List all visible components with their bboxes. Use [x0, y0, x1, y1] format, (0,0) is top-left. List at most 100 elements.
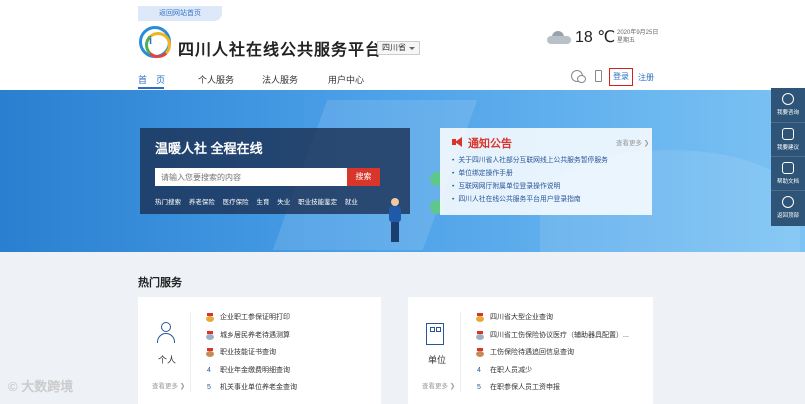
hot-search-link[interactable]: 生育: [256, 199, 269, 206]
notice-item[interactable]: 关于四川省人社部分互联网线上公共服务暂停服务: [452, 154, 608, 167]
gold-medal-icon: [476, 313, 484, 322]
hot-search-link[interactable]: 失业: [277, 199, 290, 206]
province-select[interactable]: 四川省: [377, 41, 420, 55]
service-item-label: 城乡居民养老待遇测算: [220, 331, 290, 339]
document-icon: [782, 162, 794, 174]
service-item[interactable]: 4 职业年金缴费明细查询: [206, 362, 297, 380]
person-icon: [156, 322, 176, 346]
personal-services-card: 个人 查看更多 ❯ 企业职工参保证明打印 城乡居民养老待遇测算 职业技能证书查询…: [138, 297, 381, 404]
unit-more-link[interactable]: 查看更多 ❯: [422, 380, 455, 390]
rank-number: 5: [207, 384, 211, 391]
service-item-label: 企业职工参保证明打印: [220, 314, 290, 321]
personal-more-link[interactable]: 查看更多 ❯: [152, 380, 185, 390]
notice-item[interactable]: 互联网网厅附属单位登录操作说明: [452, 180, 608, 193]
service-item[interactable]: 职业技能证书查询: [206, 344, 297, 362]
hero-banner: 温暖人社 全程在线 搜索 热门搜索 养老保险 医疗保险 生育 失业 职业技能鉴定…: [0, 90, 805, 252]
service-list: 企业职工参保证明打印 城乡居民养老待遇测算 职业技能证书查询 4 职业年金缴费明细…: [206, 309, 297, 397]
unit-services-card: 单位 查看更多 ❯ 四川省大型企业查询 四川省工伤保险协议医疗（辅助器具配置）.…: [408, 297, 653, 404]
back-to-home-link[interactable]: 返回网站首页: [138, 6, 222, 21]
service-item[interactable]: 5 在职参保人员工资申报: [476, 379, 629, 397]
logo-mark: i: [149, 35, 153, 47]
service-item[interactable]: 四川省工伤保险协议医疗（辅助器具配置）...: [476, 327, 629, 345]
nav-user-center[interactable]: 用户中心: [328, 73, 364, 86]
notice-more-link[interactable]: 查看更多 ❯: [616, 137, 649, 147]
nav-personal-services[interactable]: 个人服务: [198, 73, 234, 86]
silver-medal-icon: [206, 330, 214, 340]
notice-title: 通知公告: [468, 138, 512, 150]
date-text: 2020年9月25日: [617, 30, 659, 36]
service-item-label: 工伤保险待遇追回信息查询: [490, 349, 574, 356]
headset-icon: [782, 93, 794, 105]
rank-number: 5: [477, 384, 481, 391]
nav-corporate-services[interactable]: 法人服务: [262, 73, 298, 86]
service-item[interactable]: 工伤保险待遇追回信息查询: [476, 344, 629, 362]
back-to-top-button[interactable]: 返回顶部: [771, 190, 805, 224]
chevron-down-icon: [409, 47, 415, 50]
service-item[interactable]: 城乡居民养老待遇测算: [206, 327, 297, 345]
banner-slogan: 温暖人社 全程在线: [155, 141, 263, 156]
help-docs-label: 帮助文档: [776, 179, 799, 185]
card-name: 个人: [157, 355, 176, 365]
login-button[interactable]: 登录: [609, 68, 633, 86]
site-logo[interactable]: i: [139, 26, 171, 58]
building-icon: [426, 323, 444, 345]
cloud-icon: [547, 31, 571, 45]
service-list: 四川省大型企业查询 四川省工伤保险协议医疗（辅助器具配置）... 工伤保险待遇追…: [476, 309, 629, 397]
bronze-medal-icon: [206, 348, 214, 357]
card-name: 单位: [427, 355, 446, 365]
notice-item[interactable]: 四川人社在线公共服务平台用户登录指南: [452, 193, 608, 206]
hot-searches: 热门搜索 养老保险 医疗保险 生育 失业 职业技能鉴定 就业: [155, 196, 364, 206]
service-item-label: 机关事业单位养老金查询: [220, 384, 297, 391]
mobile-icon[interactable]: [595, 70, 602, 82]
suggest-label: 我要建议: [776, 145, 799, 151]
service-item-label: 职业技能证书查询: [220, 349, 276, 356]
gold-medal-icon: [206, 313, 214, 322]
bronze-medal-icon: [476, 348, 484, 357]
register-link[interactable]: 注册: [638, 72, 654, 83]
megaphone-icon: [452, 137, 464, 147]
nav-home[interactable]: 首 页: [138, 73, 165, 86]
date-display: 2020年9月25日 星期五: [617, 29, 658, 45]
suggest-button[interactable]: 我要建议: [771, 122, 805, 156]
service-item[interactable]: 四川省大型企业查询: [476, 309, 629, 327]
notice-list: 关于四川省人社部分互联网线上公共服务暂停服务 单位绑定操作手册 互联网网厅附属单…: [452, 154, 608, 206]
back-to-top-label: 返回顶部: [776, 213, 799, 219]
help-docs-button[interactable]: 帮助文档: [771, 156, 805, 190]
edit-icon: [782, 128, 794, 140]
temperature: 18 ℃: [575, 29, 616, 46]
rank-number: 4: [477, 366, 481, 374]
hot-search-link[interactable]: 就业: [345, 199, 358, 206]
watermark: © 大数跨境: [8, 379, 74, 394]
consult-label: 我要咨询: [776, 110, 799, 116]
service-item[interactable]: 4 在职人员减少: [476, 362, 629, 380]
service-item[interactable]: 5 机关事业单位养老金查询: [206, 379, 297, 397]
service-item-label: 四川省大型企业查询: [490, 314, 553, 321]
service-item-label: 在职参保人员工资申报: [490, 384, 560, 391]
wechat-icon[interactable]: [571, 70, 586, 83]
service-item[interactable]: 企业职工参保证明打印: [206, 309, 297, 327]
site-title: 四川人社在线公共服务平台: [178, 42, 383, 59]
hot-search-link[interactable]: 医疗保险: [223, 199, 249, 206]
notice-item[interactable]: 单位绑定操作手册: [452, 167, 608, 180]
service-item-label: 职业年金缴费明细查询: [220, 366, 290, 374]
consult-button[interactable]: 我要咨询: [771, 88, 805, 122]
search-button[interactable]: 搜索: [347, 168, 380, 186]
notice-panel: 通知公告 查看更多 ❯ 关于四川省人社部分互联网线上公共服务暂停服务 单位绑定操…: [440, 128, 652, 215]
chevron-up-icon: [782, 196, 794, 208]
site-header: 返回网站首页 i 四川人社在线公共服务平台 四川省 18 ℃ 2020年9月25…: [0, 0, 805, 90]
province-value: 四川省: [382, 43, 406, 52]
hot-search-link[interactable]: 职业技能鉴定: [298, 199, 337, 206]
hot-searches-label: 热门搜索: [155, 199, 181, 206]
service-item-label: 四川省工伤保险协议医疗（辅助器具配置）...: [490, 331, 629, 339]
service-item-label: 在职人员减少: [490, 366, 532, 374]
nav-active-indicator: [138, 87, 164, 89]
rank-number: 4: [207, 366, 211, 374]
silver-medal-icon: [476, 330, 484, 340]
search-panel: 温暖人社 全程在线 搜索 热门搜索 养老保险 医疗保险 生育 失业 职业技能鉴定…: [140, 128, 410, 214]
search-input[interactable]: [155, 168, 347, 186]
hot-search-link[interactable]: 养老保险: [189, 199, 215, 206]
divider: [460, 312, 461, 392]
person-illustration: [388, 198, 402, 243]
section-title: 热门服务: [138, 277, 182, 289]
floating-toolbar: 我要咨询 我要建议 帮助文档 返回顶部: [771, 88, 805, 226]
